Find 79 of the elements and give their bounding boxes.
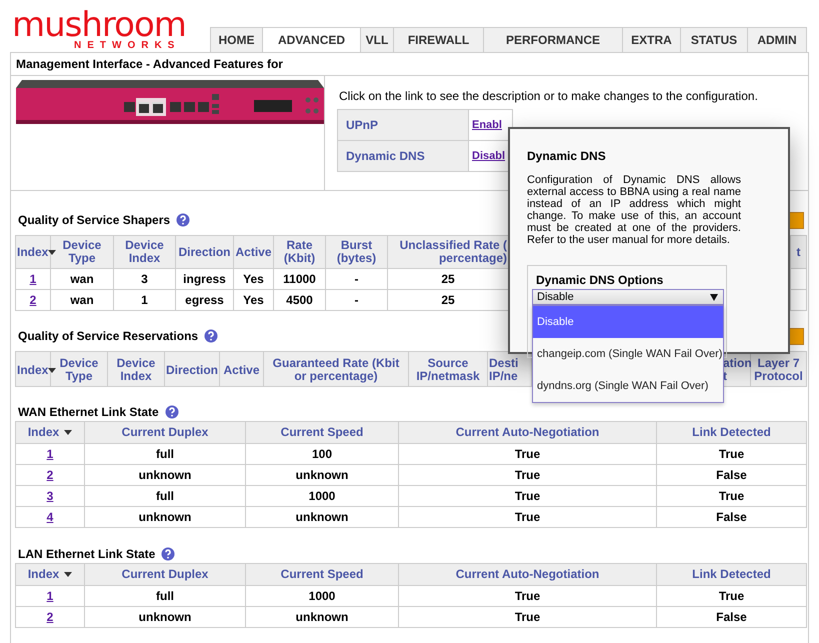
table-cell: True <box>718 489 744 503</box>
nav-tab[interactable]: STATUS <box>680 27 748 52</box>
help-icon[interactable] <box>164 405 179 419</box>
logo-subtitle: NETWORKS <box>74 40 180 52</box>
table-cell: True <box>514 510 540 524</box>
table-cell: unknown <box>296 468 348 482</box>
nav-tab[interactable]: ADMIN <box>747 27 807 52</box>
sort-caret-icon[interactable] <box>64 430 72 436</box>
table-cell: ingress <box>183 272 226 286</box>
table-cell: unknown <box>138 510 192 524</box>
dialog-title: Dynamic DNS <box>527 149 607 163</box>
table-cell: 1 <box>141 293 148 307</box>
help-icon[interactable] <box>204 329 218 343</box>
table-cell: True <box>514 610 540 624</box>
intro-text: Click on the link to see the description or to make changes to the configuration. <box>339 89 758 103</box>
table-cell: wan <box>70 293 94 307</box>
table-cell: 3 <box>141 272 148 286</box>
nav-tab[interactable]: EXTRA <box>622 27 681 52</box>
table-cell: True <box>514 489 540 503</box>
row-index-link[interactable]: 2 <box>46 468 54 482</box>
column-header[interactable]: t <box>796 246 800 258</box>
table-cell: full <box>156 447 174 461</box>
sort-caret-icon[interactable] <box>48 368 56 373</box>
table-cell: 25 <box>441 293 455 307</box>
dropdown-option[interactable]: dyndns.org (Single WAN Fail Over) <box>533 370 723 402</box>
table-cell: full <box>156 489 174 503</box>
nav-tab[interactable]: VLL <box>360 27 394 52</box>
row-index-link[interactable]: 2 <box>30 293 36 307</box>
section-title: Quality of Service Shapers <box>18 213 170 227</box>
sort-caret-icon[interactable] <box>64 572 72 578</box>
dropdown-arrow-icon[interactable] <box>710 294 718 300</box>
table-cell: True <box>718 589 744 603</box>
sort-caret-icon[interactable] <box>48 250 56 255</box>
table-cell: unknown <box>138 610 192 624</box>
dialog-description: Configuration of Dynamic DNS allows external access to BBNA using a real name instead of an IP address which might change. To make use of this, an account must be created at one of the providers. Refer to the user manual for more details. <box>527 174 741 246</box>
options-title: Dynamic DNS Options <box>536 273 664 287</box>
panel-title: Management Interface - Advanced Features for <box>11 53 808 76</box>
table-cell: False <box>716 610 747 624</box>
table-cell: 4500 <box>286 293 313 307</box>
help-icon[interactable] <box>161 547 176 561</box>
row-index-link[interactable]: 4 <box>46 510 54 524</box>
table-cell: True <box>718 447 744 461</box>
table-cell: - <box>354 293 358 307</box>
feature-name: Dynamic DNS <box>338 140 468 172</box>
dropdown-option[interactable]: Disable <box>533 306 723 338</box>
table-cell: wan <box>70 272 94 286</box>
dropdown-option[interactable]: changeip.com (Single WAN Fail Over) <box>533 338 723 370</box>
table-cell: unknown <box>296 610 348 624</box>
feature-name: UPnP <box>338 110 468 140</box>
table-cell: True <box>514 589 540 603</box>
table-cell: unknown <box>296 510 348 524</box>
table-cell: full <box>156 589 174 603</box>
table-cell: 1000 <box>308 589 336 603</box>
row-index-link[interactable]: 1 <box>46 447 54 461</box>
table-cell: 1000 <box>308 489 336 503</box>
table-cell: 25 <box>441 272 455 286</box>
logo-wordmark: mushroom <box>12 10 186 40</box>
section-title: WAN Ethernet Link State <box>18 405 159 419</box>
row-index-link[interactable]: 3 <box>46 489 54 503</box>
row-index-link[interactable]: 2 <box>46 610 54 624</box>
table-cell: - <box>354 272 358 286</box>
table-cell: False <box>716 468 747 482</box>
section-title: Quality of Service Reservations <box>18 329 198 343</box>
row-index-link[interactable]: 1 <box>46 589 54 603</box>
section-title: LAN Ethernet Link State <box>18 547 156 561</box>
nav-tab[interactable]: FIREWALL <box>393 27 484 52</box>
table-cell: unknown <box>138 468 192 482</box>
table-cell: 100 <box>312 447 332 461</box>
help-icon[interactable] <box>176 213 190 227</box>
table-cell: Yes <box>243 293 264 307</box>
table-cell: True <box>514 468 540 482</box>
table-cell: egress <box>185 293 224 307</box>
table-cell: False <box>716 510 747 524</box>
nav-tab[interactable]: PERFORMANCE <box>483 27 623 52</box>
table-cell: 11000 <box>283 272 316 286</box>
nav-tab[interactable]: HOME <box>210 27 263 52</box>
row-index-link[interactable]: 1 <box>30 272 36 286</box>
table-cell: Yes <box>243 272 264 286</box>
table-cell: True <box>514 447 540 461</box>
